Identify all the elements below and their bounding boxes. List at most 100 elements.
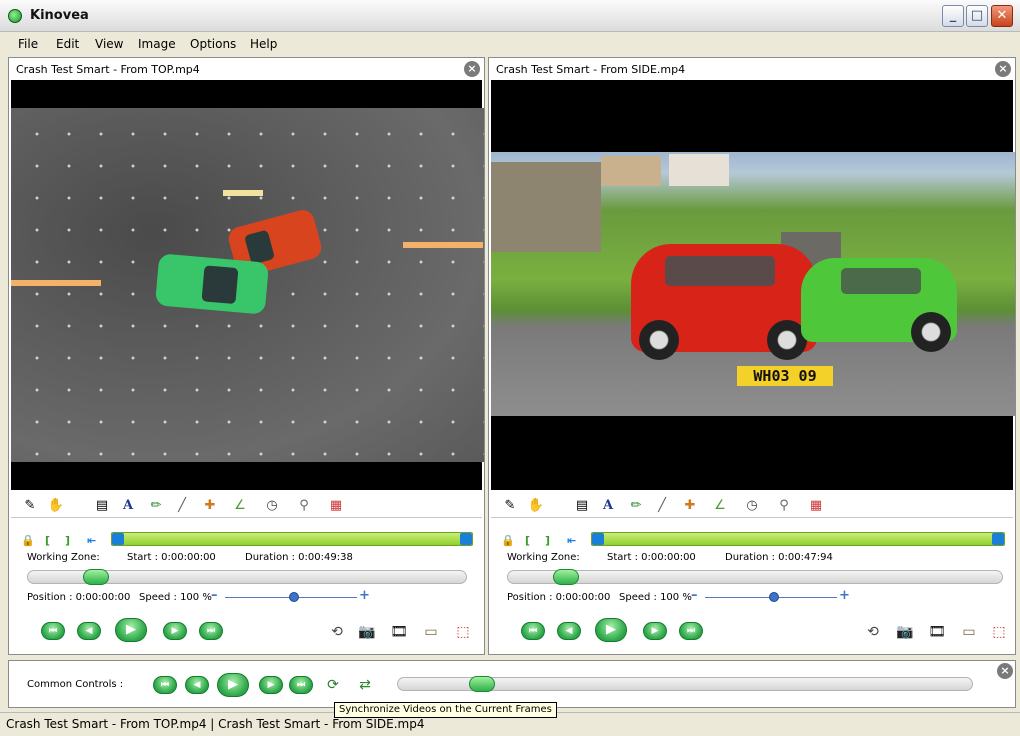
set-start-icon[interactable]: [ — [525, 534, 530, 547]
floor-marker — [403, 242, 483, 248]
minimize-button[interactable]: _ — [942, 5, 964, 27]
play-button[interactable]: ▶ — [595, 618, 627, 642]
text-tool-icon[interactable]: A — [119, 497, 137, 515]
zone-start-handle[interactable] — [112, 533, 124, 545]
menu-file[interactable]: File — [18, 37, 38, 51]
presentation-icon[interactable]: ▭ — [959, 622, 979, 642]
speed-increase-icon[interactable]: + — [839, 588, 850, 603]
panel-header: Crash Test Smart - From SIDE.mp4 × — [489, 58, 1015, 80]
speed-increase-icon[interactable]: + — [359, 588, 370, 603]
lock-icon[interactable]: 🔒 — [21, 534, 35, 547]
last-frame-button[interactable]: ⏭ — [679, 622, 703, 640]
save-video-icon[interactable]: 🎞 — [389, 622, 409, 642]
common-last-frame-button[interactable]: ⏭ — [289, 676, 313, 694]
position-track[interactable] — [507, 570, 1003, 584]
snapshot-icon[interactable]: 📷 — [895, 622, 915, 642]
common-next-frame-button[interactable]: ▶ — [259, 676, 283, 694]
cross-marker-icon[interactable]: ✚ — [201, 497, 219, 515]
previous-frame-button[interactable]: ◀ — [77, 622, 101, 640]
drawing-toolbar: ✎ ✋ ▤ A ✏ ╱ ✚ ∠ ◷ ⚲ ▦ — [491, 494, 1013, 518]
video-frame-top-view[interactable] — [11, 108, 484, 462]
first-frame-button[interactable]: ⏮ — [41, 622, 65, 640]
common-previous-frame-button[interactable]: ◀ — [185, 676, 209, 694]
lock-icon[interactable]: 🔒 — [501, 534, 515, 547]
save-video-icon[interactable]: 🎞 — [927, 622, 947, 642]
add-keyframe-icon[interactable]: ✎ — [21, 497, 39, 515]
video-viewport[interactable] — [11, 80, 484, 490]
angle-tool-icon[interactable]: ∠ — [231, 497, 249, 515]
next-frame-button[interactable]: ▶ — [163, 622, 187, 640]
menu-options[interactable]: Options — [190, 37, 236, 51]
pencil-tool-icon[interactable]: ✏ — [627, 497, 645, 515]
menu-view[interactable]: View — [95, 37, 123, 51]
pdf-export-icon[interactable]: ⬚ — [989, 622, 1009, 642]
magnifier-icon[interactable]: ⚲ — [295, 497, 313, 515]
speed-decrease-icon[interactable]: – — [691, 588, 698, 603]
working-zone-bar[interactable] — [591, 532, 1005, 546]
common-controls-label: Common Controls : — [27, 679, 124, 690]
speed-thumb[interactable] — [769, 592, 779, 602]
snapshot-icon[interactable]: 📷 — [357, 622, 377, 642]
reset-zoom-icon[interactable]: ⟲ — [327, 622, 347, 642]
grid-color-icon[interactable]: ▦ — [327, 497, 345, 515]
speed-thumb[interactable] — [289, 592, 299, 602]
first-frame-button[interactable]: ⏮ — [521, 622, 545, 640]
common-first-frame-button[interactable]: ⏮ — [153, 676, 177, 694]
angle-tool-icon[interactable]: ∠ — [711, 497, 729, 515]
presentation-icon[interactable]: ▭ — [421, 622, 441, 642]
set-end-icon[interactable]: ] — [65, 534, 70, 547]
cross-marker-icon[interactable]: ✚ — [681, 497, 699, 515]
chrono-tool-icon[interactable]: ◷ — [743, 497, 761, 515]
video-viewport[interactable]: WH03 09 — [491, 80, 1015, 490]
zone-end-handle[interactable] — [460, 533, 472, 545]
swap-videos-icon[interactable]: ⇄ — [355, 675, 375, 695]
sync-videos-icon[interactable]: ⟳ — [323, 675, 343, 695]
pencil-tool-icon[interactable]: ✏ — [147, 497, 165, 515]
title-bar[interactable]: Kinovea _ □ ✕ — [0, 0, 1020, 32]
next-frame-button[interactable]: ▶ — [643, 622, 667, 640]
reset-zoom-icon[interactable]: ⟲ — [863, 622, 883, 642]
common-position-thumb[interactable] — [469, 676, 495, 692]
position-thumb[interactable] — [83, 569, 109, 585]
play-button[interactable]: ▶ — [115, 618, 147, 642]
floor-marker — [223, 190, 263, 196]
menu-edit[interactable]: Edit — [56, 37, 79, 51]
line-tool-icon[interactable]: ╱ — [653, 497, 671, 515]
playback-controls: 🔒 [ ] ⇤ Working Zone: Start : 0:00:00:00… — [11, 520, 482, 654]
pdf-export-icon[interactable]: ⬚ — [453, 622, 473, 642]
common-play-button[interactable]: ▶ — [217, 673, 249, 697]
speed-decrease-icon[interactable]: – — [211, 588, 218, 603]
position-readout: Position : 0:00:00:00 — [507, 592, 611, 603]
last-frame-button[interactable]: ⏭ — [199, 622, 223, 640]
set-end-icon[interactable]: ] — [545, 534, 550, 547]
hand-tool-icon[interactable]: ✋ — [47, 497, 65, 515]
add-keyframe-icon[interactable]: ✎ — [501, 497, 519, 515]
close-window-button[interactable]: ✕ — [991, 5, 1013, 27]
working-zone-bar[interactable] — [111, 532, 473, 546]
close-common-icon[interactable]: × — [997, 663, 1013, 679]
line-tool-icon[interactable]: ╱ — [173, 497, 191, 515]
jump-to-start-icon[interactable]: ⇤ — [87, 534, 96, 547]
close-video-icon[interactable]: × — [464, 61, 480, 77]
drawing-toolbar: ✎ ✋ ▤ A ✏ ╱ ✚ ∠ ◷ ⚲ ▦ — [11, 494, 482, 518]
text-tool-icon[interactable]: A — [599, 497, 617, 515]
jump-to-start-icon[interactable]: ⇤ — [567, 534, 576, 547]
position-thumb[interactable] — [553, 569, 579, 585]
working-zone-label: Working Zone: — [507, 552, 580, 563]
menu-image[interactable]: Image — [138, 37, 176, 51]
magnifier-icon[interactable]: ⚲ — [775, 497, 793, 515]
previous-frame-button[interactable]: ◀ — [557, 622, 581, 640]
chrono-tool-icon[interactable]: ◷ — [263, 497, 281, 515]
comments-icon[interactable]: ▤ — [93, 497, 111, 515]
close-video-icon[interactable]: × — [995, 61, 1011, 77]
hand-tool-icon[interactable]: ✋ — [527, 497, 545, 515]
menu-help[interactable]: Help — [250, 37, 277, 51]
maximize-button[interactable]: □ — [966, 5, 988, 27]
comments-icon[interactable]: ▤ — [573, 497, 591, 515]
grid-color-icon[interactable]: ▦ — [807, 497, 825, 515]
video-frame-side-view[interactable]: WH03 09 — [491, 152, 1015, 416]
zone-end-handle[interactable] — [992, 533, 1004, 545]
panel-header: Crash Test Smart - From TOP.mp4 × — [9, 58, 484, 80]
set-start-icon[interactable]: [ — [45, 534, 50, 547]
zone-start-handle[interactable] — [592, 533, 604, 545]
